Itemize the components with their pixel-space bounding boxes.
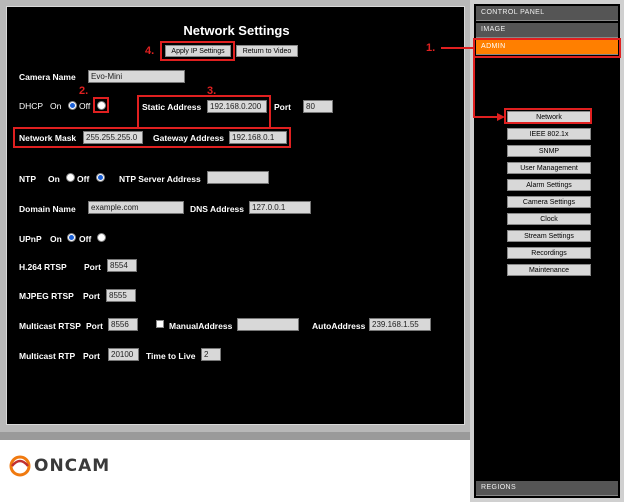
manual-address-input[interactable] bbox=[237, 318, 299, 331]
domain-name-input[interactable]: example.com bbox=[88, 201, 184, 214]
nav-ieee8021x-button[interactable]: IEEE 802.1x bbox=[507, 128, 591, 140]
time-to-live-input[interactable]: 2 bbox=[201, 348, 221, 361]
nav-clock-button[interactable]: Clock bbox=[507, 213, 591, 225]
network-mask-label: Network Mask bbox=[19, 133, 77, 143]
page-title: Network Settings bbox=[183, 23, 290, 38]
h264-rtsp-label: H.264 RTSP bbox=[19, 262, 67, 272]
network-mask-input[interactable]: 255.255.255.0 bbox=[83, 131, 143, 144]
tab-control-panel[interactable]: CONTROL PANEL bbox=[476, 6, 618, 21]
auto-address-label: AutoAddress bbox=[312, 321, 366, 331]
ntp-off-radio[interactable] bbox=[96, 173, 105, 182]
gateway-address-label: Gateway Address bbox=[153, 133, 225, 143]
ntp-on-radio[interactable] bbox=[66, 173, 75, 182]
oncam-swirl-icon bbox=[9, 455, 31, 477]
oncam-logo: ONCAM bbox=[8, 454, 110, 478]
mjpeg-port-input[interactable]: 8555 bbox=[106, 289, 136, 302]
manual-address-checkbox[interactable] bbox=[156, 320, 164, 328]
upnp-label: UPnP bbox=[19, 234, 42, 244]
multicast-rtsp-label: Multicast RTSP bbox=[19, 321, 81, 331]
return-to-video-button[interactable]: Return to Video bbox=[236, 45, 298, 57]
camera-name-label: Camera Name bbox=[19, 72, 76, 82]
multicast-rtp-port-label: Port bbox=[83, 351, 100, 361]
ntp-label: NTP bbox=[19, 174, 36, 184]
connector-admin-v bbox=[473, 47, 475, 117]
upnp-on-label: On bbox=[50, 234, 62, 244]
mjpeg-rtsp-label: MJPEG RTSP bbox=[19, 291, 74, 301]
connector-static-v-right bbox=[269, 95, 271, 129]
connector-static-top bbox=[137, 95, 271, 97]
ntp-server-input[interactable] bbox=[207, 171, 269, 184]
left-frame: Network Settings Apply IP Settings Retur… bbox=[0, 0, 470, 502]
ntp-on-label: On bbox=[48, 174, 60, 184]
multicast-rtp-label: Multicast RTP bbox=[19, 351, 76, 361]
annotation-1: 1. bbox=[426, 42, 436, 54]
upnp-on-radio[interactable] bbox=[67, 233, 76, 242]
upnp-off-label: Off bbox=[79, 234, 92, 244]
port-label: Port bbox=[274, 102, 291, 112]
highlight-network-button bbox=[504, 108, 592, 124]
h264-port-input[interactable]: 8554 bbox=[107, 259, 137, 272]
network-settings-panel: Network Settings Apply IP Settings Retur… bbox=[6, 6, 465, 425]
ntp-off-label: Off bbox=[77, 174, 90, 184]
ntp-server-label: NTP Server Address bbox=[119, 174, 201, 184]
nav-maintenance-button[interactable]: Maintenance bbox=[507, 264, 591, 276]
dhcp-label: DHCP bbox=[19, 101, 44, 111]
multicast-rtsp-port-input[interactable]: 8556 bbox=[108, 318, 138, 331]
static-address-label: Static Address bbox=[142, 102, 202, 112]
nav-stream-settings-button[interactable]: Stream Settings bbox=[507, 230, 591, 242]
dns-address-label: DNS Address bbox=[190, 204, 245, 214]
port-input[interactable]: 80 bbox=[303, 100, 333, 113]
mjpeg-port-label: Port bbox=[83, 291, 100, 301]
domain-name-label: Domain Name bbox=[19, 204, 76, 214]
footer-divider bbox=[0, 432, 470, 440]
nav-user-management-button[interactable]: User Management bbox=[507, 162, 591, 174]
sidebar-panel: CONTROL PANEL IMAGE ADMIN Network IEEE 8… bbox=[474, 4, 620, 498]
nav-snmp-button[interactable]: SNMP bbox=[507, 145, 591, 157]
camera-name-input[interactable]: Evo-Mini bbox=[88, 70, 185, 83]
highlight-dhcp-off bbox=[93, 97, 109, 113]
tab-regions[interactable]: REGIONS bbox=[476, 481, 618, 496]
manual-address-label: ManualAddress bbox=[169, 321, 233, 331]
dhcp-on-label: On bbox=[50, 101, 62, 111]
sidebar: CONTROL PANEL IMAGE ADMIN Network IEEE 8… bbox=[470, 0, 624, 502]
nav-alarm-settings-button[interactable]: Alarm Settings bbox=[507, 179, 591, 191]
multicast-rtp-port-input[interactable]: 20100 bbox=[108, 348, 139, 361]
highlight-apply bbox=[160, 41, 235, 61]
connector-static-v-left bbox=[137, 95, 139, 129]
multicast-rtsp-port-label: Port bbox=[86, 321, 103, 331]
footer: ONCAM bbox=[0, 432, 470, 502]
dns-address-input[interactable]: 127.0.0.1 bbox=[249, 201, 311, 214]
static-address-input[interactable]: 192.168.0.200 bbox=[207, 100, 267, 113]
dhcp-on-radio[interactable] bbox=[68, 101, 77, 110]
highlight-admin-tab bbox=[473, 38, 621, 58]
annotation-4: 4. bbox=[145, 45, 155, 57]
upnp-off-radio[interactable] bbox=[97, 233, 106, 242]
h264-port-label: Port bbox=[84, 262, 101, 272]
auto-address-input[interactable]: 239.168.1.55 bbox=[369, 318, 431, 331]
connector-admin-h bbox=[441, 47, 473, 49]
logo-text: ONCAM bbox=[34, 456, 111, 476]
nav-camera-settings-button[interactable]: Camera Settings bbox=[507, 196, 591, 208]
gateway-address-input[interactable]: 192.168.0.1 bbox=[229, 131, 287, 144]
nav-recordings-button[interactable]: Recordings bbox=[507, 247, 591, 259]
tab-image[interactable]: IMAGE bbox=[476, 23, 618, 38]
annotation-2: 2. bbox=[79, 85, 89, 97]
dhcp-off-label: Off bbox=[79, 101, 91, 111]
time-to-live-label: Time to Live bbox=[146, 351, 196, 361]
